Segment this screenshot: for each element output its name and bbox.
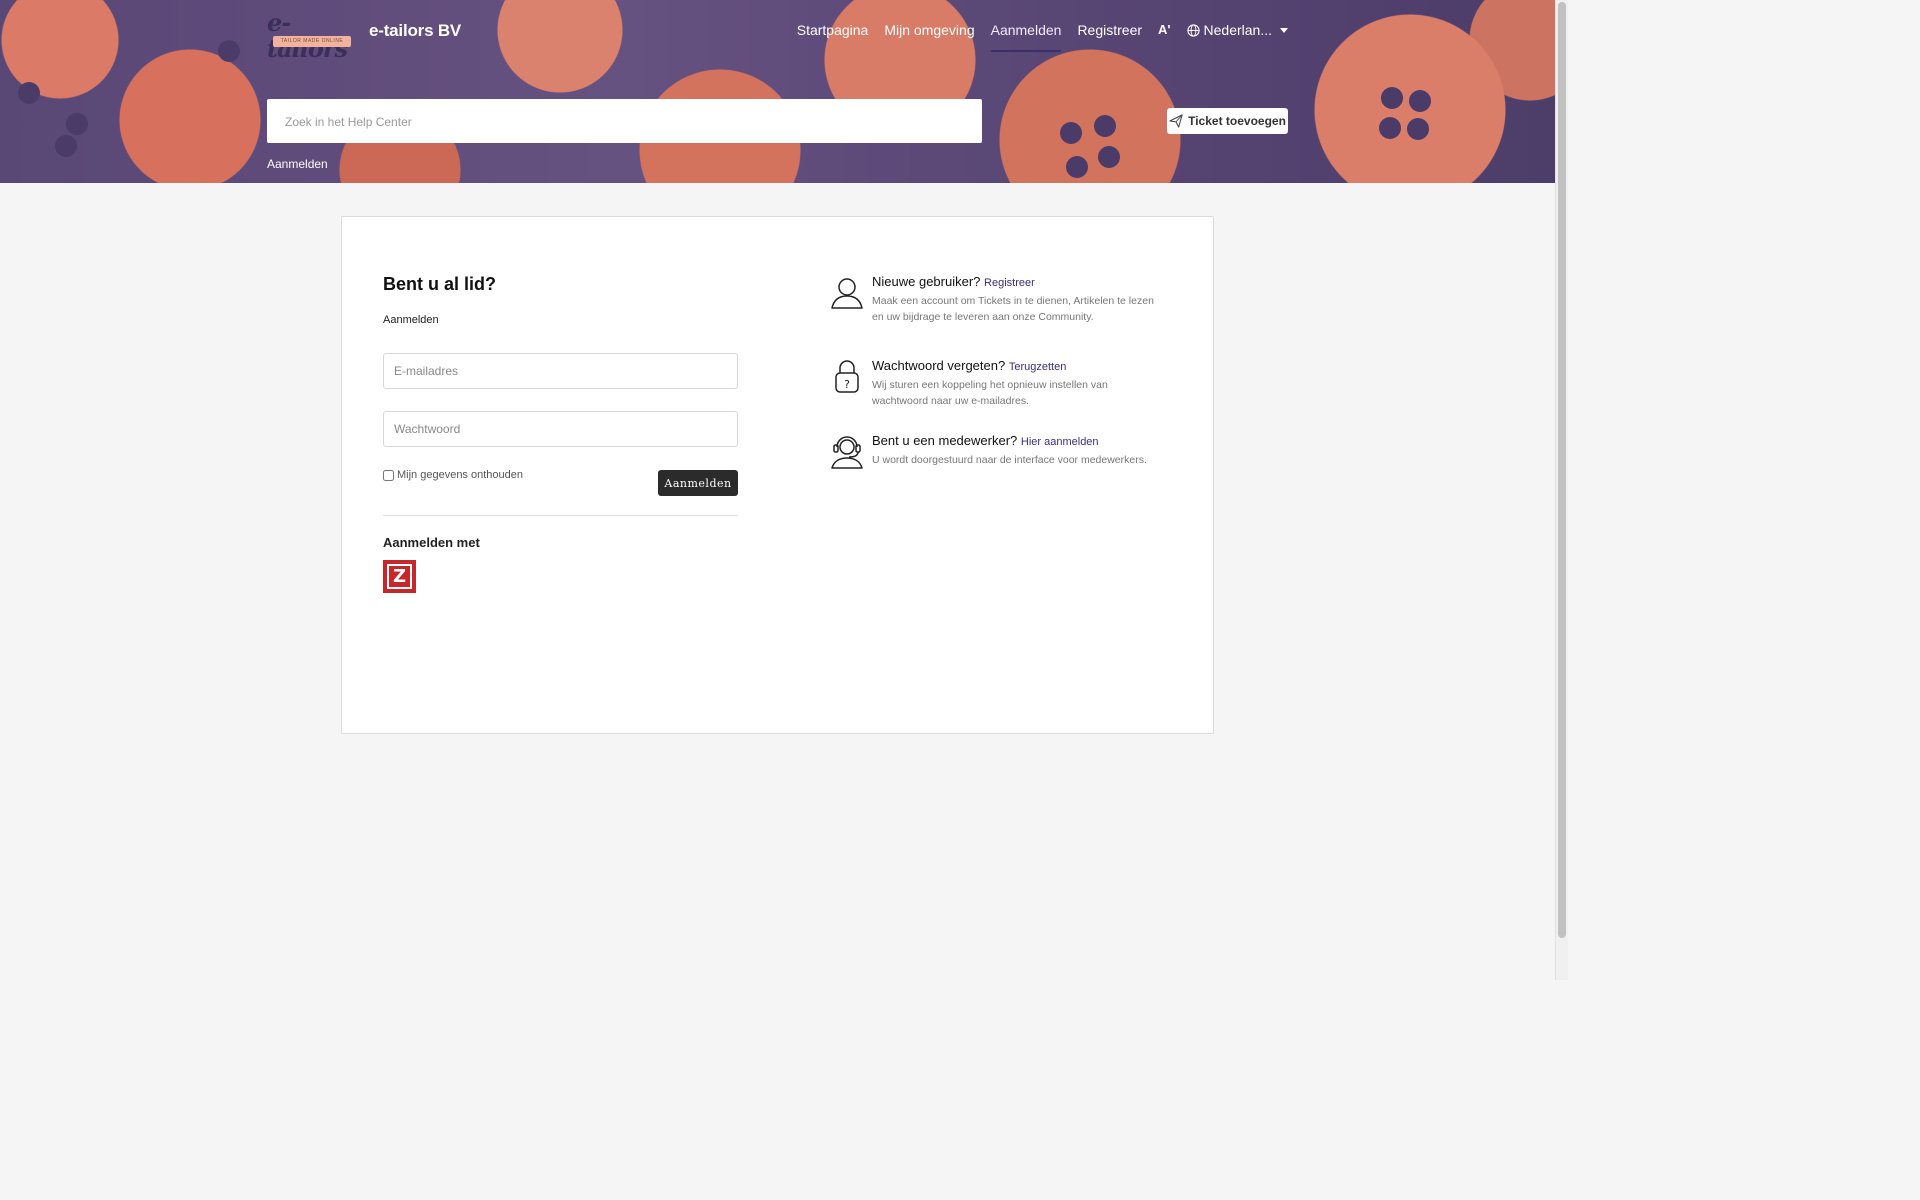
email-field[interactable]: [384, 354, 737, 388]
paper-plane-icon: [1169, 114, 1183, 128]
reset-password-link[interactable]: Terugzetten: [1009, 361, 1066, 373]
lock-question-icon: ?: [835, 360, 859, 393]
add-ticket-label: Ticket toevoegen: [1188, 114, 1286, 128]
header-brand[interactable]: e-tailors TAILOR MADE ONLINE e-tailors B…: [267, 10, 461, 62]
search-input[interactable]: [283, 99, 970, 145]
password-field-wrapper: [383, 411, 738, 447]
info-forgot-password-title: Wachtwoord vergeten?: [872, 358, 1006, 373]
divider: [383, 515, 738, 516]
hero-scrim: [0, 0, 1556, 183]
info-new-user-desc: Maak een account om Tickets in te dienen…: [872, 295, 1154, 323]
brand-name[interactable]: e-tailors BV: [369, 21, 461, 41]
agent-login-link[interactable]: Hier aanmelden: [1021, 436, 1099, 448]
add-ticket-button[interactable]: Ticket toevoegen: [1167, 108, 1288, 134]
zendesk-icon: Z: [387, 564, 412, 589]
hero-banner: [0, 0, 1556, 183]
top-nav: Startpagina Mijn omgeving Aanmelden Regi…: [797, 0, 1288, 52]
search-bar: [267, 99, 982, 145]
info-agent-title: Bent u een medewerker?: [872, 433, 1018, 448]
remember-label: Mijn gegevens onthouden: [397, 469, 523, 481]
scrollbar-thumb[interactable]: [1558, 2, 1566, 938]
logo-tagline: TAILOR MADE ONLINE: [273, 36, 351, 47]
nav-registreer[interactable]: Registreer: [1077, 0, 1142, 52]
nav-mijn-omgeving[interactable]: Mijn omgeving: [884, 0, 974, 52]
info-agent-desc: U wordt doorgestuurd naar de interface v…: [872, 454, 1147, 466]
email-field-wrapper: [383, 353, 738, 389]
login-submit-button[interactable]: Aanmelden: [658, 470, 738, 496]
language-selector[interactable]: Nederlan...: [1186, 0, 1288, 52]
nav-startpagina[interactable]: Startpagina: [797, 0, 869, 52]
remember-me[interactable]: Mijn gegevens onthouden: [383, 469, 523, 481]
login-heading: Bent u al lid?: [383, 274, 497, 294]
language-label: Nederlan...: [1203, 22, 1272, 38]
remember-checkbox[interactable]: [383, 469, 394, 481]
nav-aanmelden[interactable]: Aanmelden: [990, 0, 1062, 52]
info-forgot-password-desc: Wij sturen een koppeling het opnieuw ins…: [872, 379, 1108, 407]
chevron-down-icon: [1280, 28, 1288, 33]
login-subheading: Aanmelden: [383, 314, 439, 326]
logo[interactable]: e-tailors TAILOR MADE ONLINE: [267, 10, 355, 62]
text-size-toggle[interactable]: A': [1158, 0, 1170, 52]
headset-icon: [831, 436, 863, 469]
register-link[interactable]: Registreer: [984, 277, 1035, 289]
user-icon: [831, 278, 863, 309]
svg-text:?: ?: [844, 378, 850, 391]
sso-heading: Aanmelden met: [383, 535, 480, 550]
breadcrumb[interactable]: Aanmelden: [267, 157, 328, 171]
info-new-user-title: Nieuwe gebruiker?: [872, 274, 981, 289]
page-scrollbar[interactable]: [1555, 0, 1568, 980]
password-field[interactable]: [384, 412, 737, 446]
globe-icon: [1186, 24, 1200, 37]
login-card: Bent u al lid? Aanmelden Mijn gegevens o…: [341, 216, 1214, 734]
zendesk-sso-button[interactable]: Z: [383, 560, 416, 593]
